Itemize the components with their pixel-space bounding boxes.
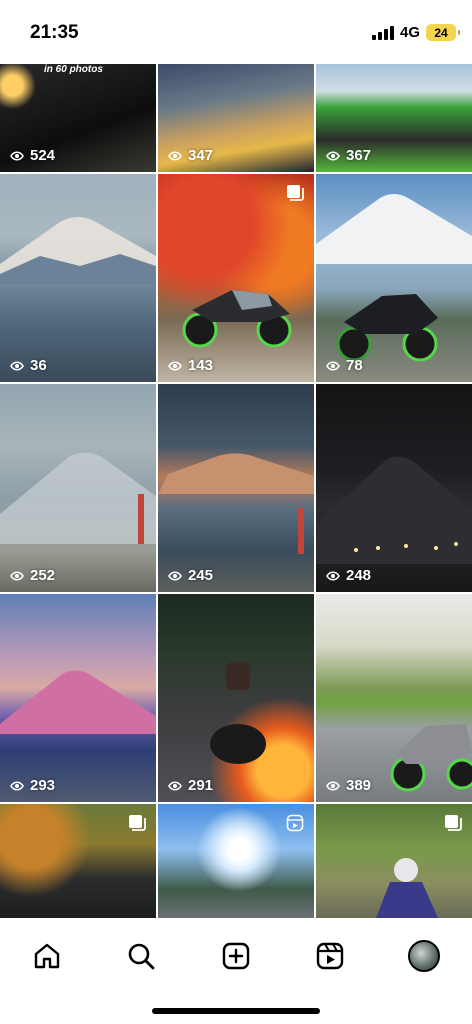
grid-post[interactable]: 347 — [158, 64, 314, 172]
grid-post[interactable]: 291 — [158, 594, 314, 802]
grid-post[interactable]: 143 — [158, 174, 314, 382]
post-caption-overlay: in 60 photos — [44, 64, 103, 75]
views-icon — [326, 570, 340, 581]
views-icon — [10, 150, 24, 161]
create-icon — [222, 942, 250, 970]
grid-post[interactable] — [158, 804, 314, 918]
tab-reels[interactable] — [308, 934, 352, 978]
view-count-value: 291 — [188, 777, 214, 794]
grid-post[interactable]: 36 — [0, 174, 156, 382]
view-count-value: 524 — [30, 147, 56, 164]
views-icon — [10, 360, 24, 371]
views-icon — [10, 780, 24, 791]
view-count-value: 347 — [188, 147, 214, 164]
tab-create[interactable] — [214, 934, 258, 978]
photo-grid[interactable]: in 60 photos 524 347 367 36 143 78 252 2… — [0, 64, 472, 918]
grid-post[interactable]: 78 — [316, 174, 472, 382]
view-count-value: 389 — [346, 777, 372, 794]
views-icon — [168, 150, 182, 161]
carousel-icon — [129, 815, 146, 831]
views-icon — [10, 570, 24, 581]
view-count: 245 — [168, 567, 213, 584]
bottom-tab-bar — [0, 918, 472, 1024]
home-icon — [34, 943, 60, 969]
view-count-value: 143 — [188, 357, 214, 374]
view-count: 347 — [168, 147, 213, 164]
search-icon — [128, 943, 155, 970]
grid-post[interactable]: 293 — [0, 594, 156, 802]
signal-icon — [371, 25, 394, 40]
views-icon — [326, 360, 340, 371]
views-icon — [326, 780, 340, 791]
view-count-value: 78 — [346, 357, 363, 374]
grid-post[interactable]: in 60 photos 524 — [0, 64, 156, 172]
reel-icon — [286, 814, 304, 832]
grid-post[interactable]: 252 — [0, 384, 156, 592]
view-count-value: 245 — [188, 567, 214, 584]
tab-profile[interactable] — [402, 934, 446, 978]
home-indicator — [152, 1008, 320, 1014]
view-count-value: 367 — [346, 147, 372, 164]
reels-icon — [316, 942, 344, 970]
view-count-value: 293 — [30, 777, 56, 794]
grid-post[interactable]: 245 — [158, 384, 314, 592]
carousel-icon — [445, 815, 462, 831]
view-count-value: 252 — [30, 567, 56, 584]
view-count: 36 — [10, 357, 47, 374]
grid-post[interactable]: 367 — [316, 64, 472, 172]
grid-post[interactable]: 389 — [316, 594, 472, 802]
status-bar: 21:35 4G 24 — [0, 0, 472, 64]
view-count: 367 — [326, 147, 371, 164]
views-icon — [168, 570, 182, 581]
grid-post[interactable]: 248 — [316, 384, 472, 592]
grid-post[interactable] — [316, 804, 472, 918]
view-count: 291 — [168, 777, 213, 794]
battery-level: 24 — [434, 25, 448, 40]
view-count-value: 36 — [30, 357, 47, 374]
carousel-icon — [287, 185, 304, 201]
status-indicators: 4G 24 — [371, 24, 460, 41]
status-time: 21:35 — [30, 22, 79, 43]
battery-icon: 24 — [426, 24, 460, 41]
view-count: 389 — [326, 777, 371, 794]
view-count-value: 248 — [346, 567, 372, 584]
view-count: 252 — [10, 567, 55, 584]
tab-home[interactable] — [25, 934, 69, 978]
view-count: 78 — [326, 357, 363, 374]
tab-search[interactable] — [119, 934, 163, 978]
views-icon — [168, 360, 182, 371]
profile-avatar — [408, 940, 440, 972]
views-icon — [168, 780, 182, 791]
view-count: 293 — [10, 777, 55, 794]
network-type: 4G — [399, 24, 420, 41]
views-icon — [326, 150, 340, 161]
view-count: 524 — [10, 147, 55, 164]
view-count: 143 — [168, 357, 213, 374]
view-count: 248 — [326, 567, 371, 584]
grid-post[interactable] — [0, 804, 156, 918]
